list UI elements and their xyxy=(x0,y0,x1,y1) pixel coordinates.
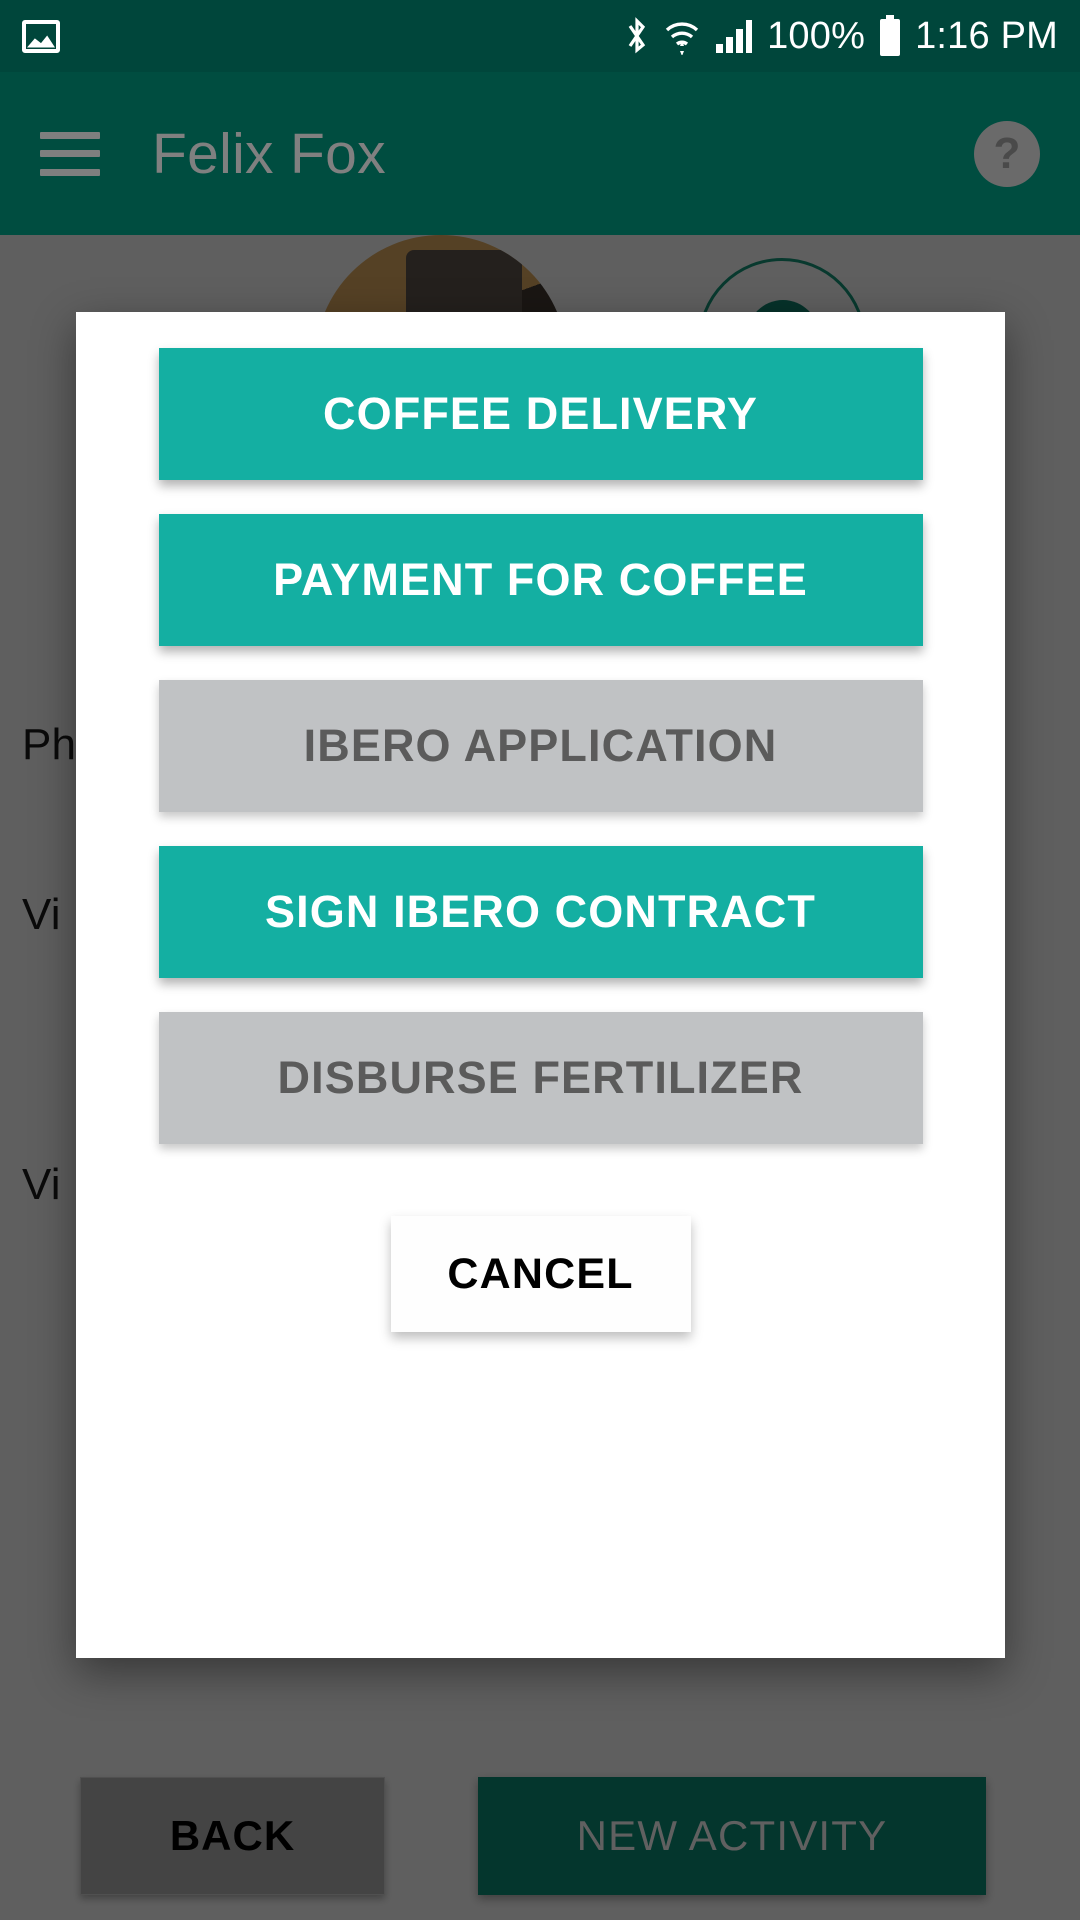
activity-type-dialog: COFFEE DELIVERY PAYMENT FOR COFFEE IBERO… xyxy=(76,312,1005,1658)
option-payment-for-coffee[interactable]: PAYMENT FOR COFFEE xyxy=(158,514,923,646)
battery-full-icon xyxy=(880,15,901,56)
option-disburse-fertilizer: DISBURSE FERTILIZER xyxy=(158,1012,923,1144)
cellular-signal-icon xyxy=(716,20,753,53)
status-bar-right: 100% 1:16 PM xyxy=(624,15,1058,57)
app-bar: Felix Fox ? xyxy=(0,72,1080,235)
wifi-icon xyxy=(665,22,699,55)
phone-screen: 100% 1:16 PM Felix Fox ? Ph Vi Vi BACK N xyxy=(0,0,1080,1920)
help-icon[interactable]: ? xyxy=(974,120,1040,187)
bluetooth-icon xyxy=(628,17,646,54)
cancel-button[interactable]: CANCEL xyxy=(390,1216,691,1332)
page-title: Felix Fox xyxy=(152,121,386,186)
option-coffee-delivery[interactable]: COFFEE DELIVERY xyxy=(158,348,923,480)
option-sign-ibero-contract[interactable]: SIGN IBERO CONTRACT xyxy=(158,846,923,978)
clock-label: 1:16 PM xyxy=(915,15,1058,57)
cancel-button-wrapper: CANCEL xyxy=(390,1216,691,1332)
battery-percent-label: 100% xyxy=(767,15,866,57)
hamburger-menu-icon[interactable] xyxy=(40,131,100,176)
status-bar-left xyxy=(22,19,60,53)
status-bar: 100% 1:16 PM xyxy=(0,0,1080,72)
photo-icon xyxy=(22,19,60,53)
option-ibero-application: IBERO APPLICATION xyxy=(158,680,923,812)
